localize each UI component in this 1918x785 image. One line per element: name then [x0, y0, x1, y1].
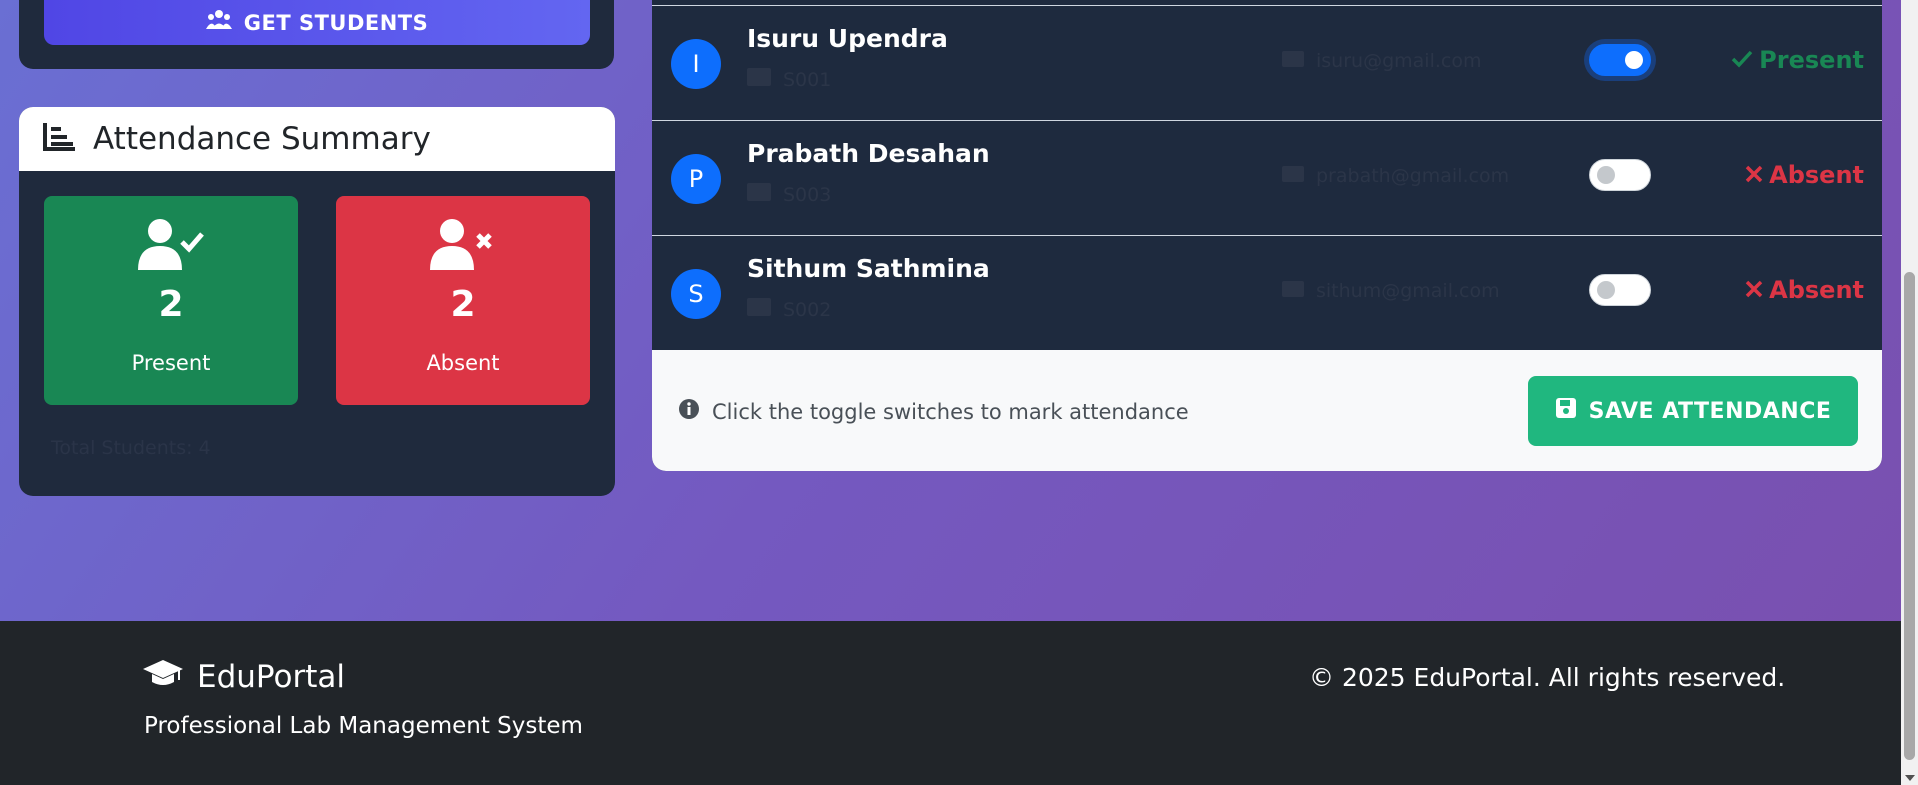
info-icon — [678, 398, 700, 425]
student-email: sithum@gmail.com — [1282, 280, 1500, 302]
check-icon — [1731, 46, 1753, 74]
scroll-down-arrow-icon[interactable] — [1905, 775, 1915, 781]
page-scrollbar[interactable] — [1901, 0, 1918, 785]
avatar: S — [671, 269, 721, 319]
id-card-icon — [747, 298, 771, 321]
attendance-toggle[interactable] — [1589, 274, 1651, 306]
absent-count: 2 — [450, 284, 476, 325]
status-badge: Present — [1731, 46, 1864, 74]
graduation-cap-icon — [143, 658, 183, 696]
user-check-icon — [44, 218, 298, 270]
student-row: I Isuru Upendra S001 isuru@gmail.com Pre… — [652, 5, 1882, 120]
summary-header: Attendance Summary — [19, 107, 615, 171]
present-stat-box: 2 Present — [44, 196, 298, 405]
attendance-hint: Click the toggle switches to mark attend… — [678, 398, 1189, 425]
student-id: S002 — [747, 298, 831, 321]
student-row: S Sithum Sathmina S002 sithum@gmail.com … — [652, 235, 1882, 350]
get-students-button[interactable]: GET STUDENTS — [44, 0, 590, 45]
student-name: Sithum Sathmina — [747, 254, 990, 283]
status-badge: Absent — [1745, 276, 1864, 304]
student-row: P Prabath Desahan S003 prabath@gmail.com… — [652, 120, 1882, 235]
avatar: I — [671, 39, 721, 89]
student-id: S003 — [747, 183, 831, 206]
total-students: Total Students: 4 — [51, 437, 211, 459]
x-icon — [1745, 276, 1763, 304]
id-card-icon — [747, 183, 771, 206]
attendance-summary-card: Attendance Summary 2 Present 2 Absent To… — [19, 107, 615, 496]
envelope-icon — [1282, 165, 1304, 187]
student-id: S001 — [747, 68, 831, 91]
brand-name: EduPortal — [197, 659, 345, 695]
save-attendance-button[interactable]: SAVE ATTENDANCE — [1528, 376, 1858, 446]
student-name: Prabath Desahan — [747, 139, 990, 168]
present-count: 2 — [158, 284, 184, 325]
footer-brand: EduPortal — [143, 658, 345, 696]
footer-tagline: Professional Lab Management System — [144, 713, 583, 739]
panel-footer: Click the toggle switches to mark attend… — [652, 350, 1882, 471]
user-x-icon — [336, 218, 590, 270]
status-badge: Absent — [1745, 161, 1864, 189]
bar-chart-icon — [43, 123, 75, 155]
student-attendance-panel: I Isuru Upendra S001 isuru@gmail.com Pre… — [652, 0, 1882, 471]
envelope-icon — [1282, 280, 1304, 302]
attendance-toggle[interactable] — [1589, 159, 1651, 191]
student-email: prabath@gmail.com — [1282, 165, 1509, 187]
avatar: P — [671, 154, 721, 204]
summary-title: Attendance Summary — [93, 121, 431, 157]
absent-stat-box: 2 Absent — [336, 196, 590, 405]
student-email: isuru@gmail.com — [1282, 50, 1481, 72]
id-card-icon — [747, 68, 771, 91]
users-icon — [205, 9, 232, 36]
site-footer: EduPortal Professional Lab Management Sy… — [0, 621, 1918, 785]
student-name: Isuru Upendra — [747, 24, 948, 53]
floppy-disk-icon — [1555, 397, 1577, 425]
envelope-icon — [1282, 50, 1304, 72]
absent-label: Absent — [426, 351, 500, 375]
scrollbar-thumb[interactable] — [1904, 272, 1915, 760]
attendance-toggle[interactable] — [1589, 44, 1651, 76]
get-students-label: GET STUDENTS — [243, 10, 429, 35]
footer-copyright: © 2025 EduPortal. All rights reserved. — [1309, 663, 1786, 692]
x-icon — [1745, 161, 1763, 189]
present-label: Present — [131, 351, 211, 375]
